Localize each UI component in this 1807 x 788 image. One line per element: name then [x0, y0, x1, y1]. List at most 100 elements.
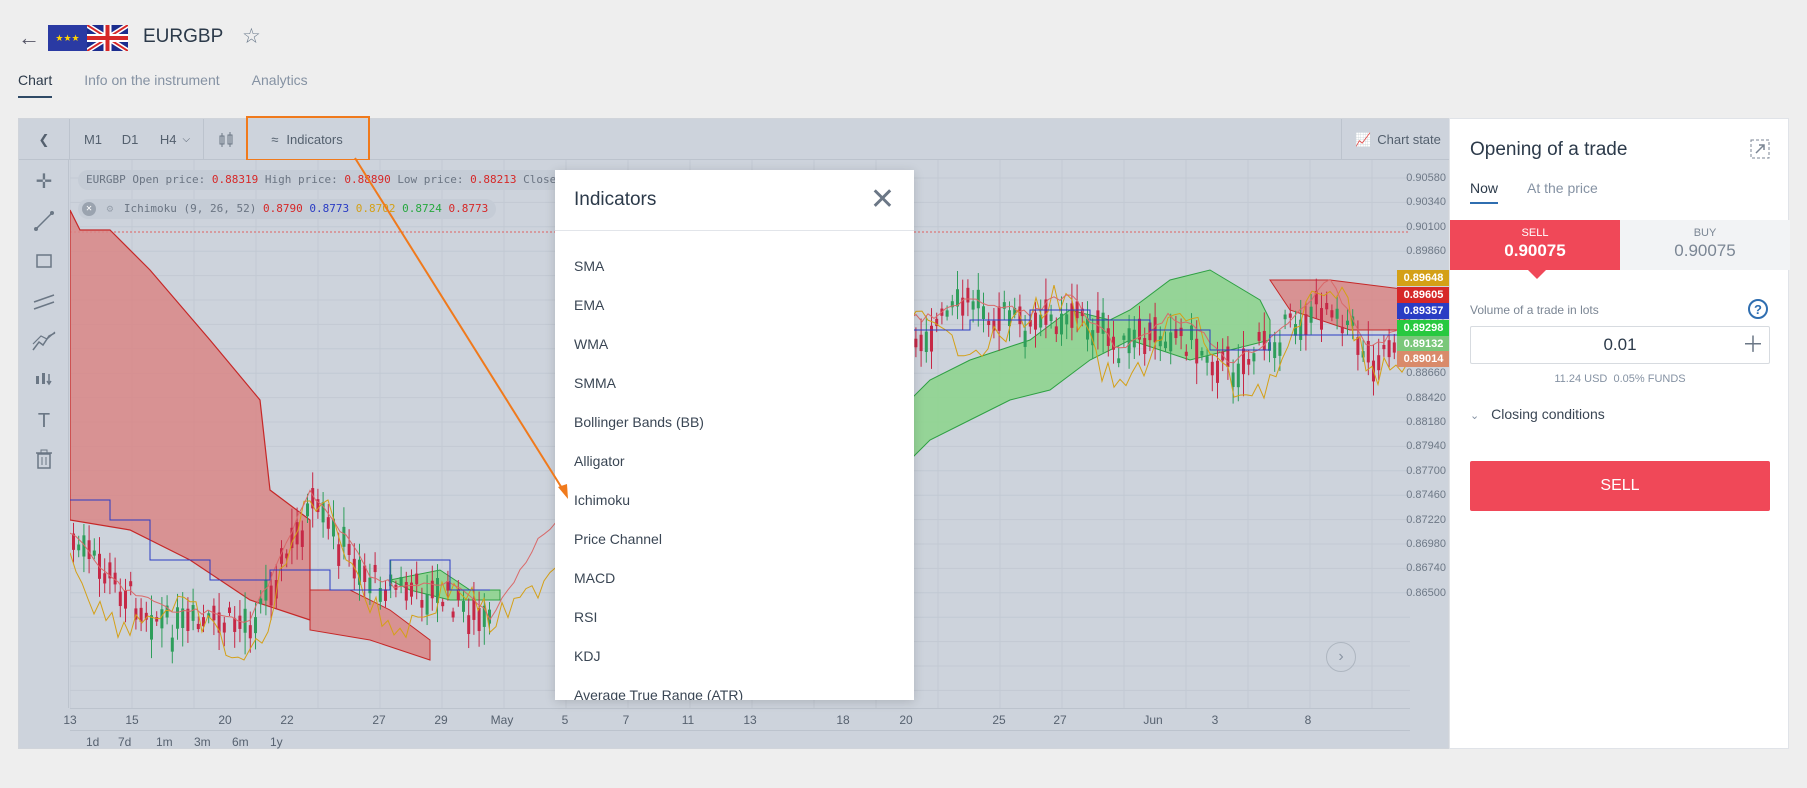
- candle-body: [1236, 363, 1240, 388]
- text-tool-icon[interactable]: T: [31, 408, 57, 434]
- range-1y[interactable]: 1y: [270, 735, 283, 749]
- indicator-item[interactable]: EMA: [555, 285, 914, 324]
- indicator-item[interactable]: RSI: [555, 597, 914, 636]
- tab-chart[interactable]: Chart: [18, 72, 53, 98]
- price-tick-label: 0.90340: [1406, 196, 1446, 209]
- price-tick-label: 0.87700: [1406, 464, 1446, 477]
- range-1d[interactable]: 1d: [86, 735, 99, 749]
- candle-body: [306, 503, 309, 517]
- timeframe-m1[interactable]: M1: [79, 119, 107, 160]
- candle-body: [1200, 350, 1204, 356]
- fibonacci-icon[interactable]: [31, 328, 57, 354]
- candle-body: [176, 607, 179, 629]
- trash-icon[interactable]: [31, 446, 57, 472]
- sell-price-button[interactable]: SELL 0.90075: [1450, 220, 1620, 270]
- indicator-item[interactable]: MACD: [555, 558, 914, 597]
- range-1m[interactable]: 1m: [156, 735, 173, 749]
- indicator-list: SMA EMA WMA SMMA Bollinger Bands (BB) Alligat…: [555, 231, 914, 701]
- candle-body: [1158, 336, 1162, 347]
- top-bar: ← ★★★ EURGBP ☆ Chart Info on the instrum…: [0, 0, 1807, 118]
- favorite-star-icon[interactable]: ☆: [242, 26, 261, 48]
- toolbar-divider: [69, 119, 70, 160]
- candle-body: [1247, 359, 1251, 365]
- time-tick-label: 5: [561, 713, 569, 727]
- submit-sell-button[interactable]: SELL: [1470, 461, 1770, 511]
- legend-open-value: 0.88319: [211, 173, 259, 186]
- channel-icon[interactable]: [31, 288, 57, 314]
- candle-body: [441, 601, 445, 607]
- indicator-item[interactable]: Alligator: [555, 441, 914, 480]
- buy-price-button[interactable]: BUY 0.90075: [1620, 220, 1790, 270]
- candle-body: [1392, 342, 1396, 353]
- candle-body: [228, 607, 231, 613]
- price-tick-label: 0.86740: [1406, 562, 1446, 575]
- indicator-item[interactable]: Ichimoku: [555, 480, 914, 519]
- price-tick-label: 0.90100: [1406, 220, 1446, 233]
- indicator-item[interactable]: Price Channel: [555, 519, 914, 558]
- range-6m[interactable]: 6m: [232, 735, 249, 749]
- indicator-item[interactable]: Average True Range (ATR): [555, 675, 914, 701]
- rectangle-icon[interactable]: [31, 248, 57, 274]
- indicator-item[interactable]: WMA: [555, 324, 914, 363]
- chart-state-button[interactable]: 📈 Chart state: [1349, 119, 1447, 160]
- candle-body: [945, 310, 949, 317]
- chevron-down-icon: ⌵: [182, 134, 191, 145]
- indicator-value-span-a: 0.8724: [402, 202, 442, 215]
- candle-body: [196, 623, 200, 630]
- bars-pattern-icon[interactable]: [31, 366, 57, 392]
- timeframe-d1[interactable]: D1: [117, 119, 143, 160]
- indicators-button[interactable]: ≈ Indicators: [253, 119, 361, 160]
- candle-body: [238, 615, 242, 629]
- plus-icon[interactable]: ＋: [1742, 327, 1764, 363]
- range-7d[interactable]: 7d: [118, 735, 131, 749]
- candle-body: [415, 573, 419, 585]
- range-3m[interactable]: 3m: [194, 735, 211, 749]
- indicator-item[interactable]: SMA: [555, 246, 914, 285]
- candle-body: [1356, 337, 1360, 355]
- expand-icon[interactable]: [1750, 139, 1770, 159]
- tab-info[interactable]: Info on the instrument: [84, 72, 219, 98]
- collapse-left-icon[interactable]: ❮: [19, 119, 69, 160]
- price-badge: 0.89298: [1397, 320, 1450, 336]
- back-arrow-icon[interactable]: ←: [18, 27, 40, 49]
- closing-conditions-toggle[interactable]: ⌄ Closing conditions: [1470, 406, 1605, 422]
- time-tick-label: 13: [743, 713, 757, 727]
- time-tick-label: 13: [63, 713, 77, 727]
- time-tick-label: Jun: [1143, 713, 1163, 727]
- indicator-item[interactable]: SMMA: [555, 363, 914, 402]
- tab-analytics[interactable]: Analytics: [252, 72, 308, 98]
- candlestick-type-icon[interactable]: [209, 119, 243, 160]
- volume-input[interactable]: 0.01 ＋: [1470, 326, 1770, 364]
- price-badge: 0.89648: [1397, 270, 1450, 286]
- candle-body: [259, 598, 263, 605]
- range-bar: 1d 7d 1m 3m 6m 1y: [70, 730, 1410, 750]
- candle-body: [924, 331, 928, 353]
- remove-indicator-icon[interactable]: ✕: [82, 202, 96, 216]
- candle-body: [1304, 314, 1308, 335]
- time-tick-label: 22: [280, 713, 294, 727]
- chart-state-label: Chart state: [1377, 132, 1441, 147]
- candle-body: [976, 289, 980, 309]
- price-tick-label: 0.87940: [1406, 440, 1446, 453]
- timeframe-h4-dropdown[interactable]: H4 ⌵: [152, 119, 198, 160]
- indicator-item[interactable]: Bollinger Bands (BB): [555, 402, 914, 441]
- trade-panel-title: Opening of a trade: [1470, 139, 1628, 160]
- price-tick-label: 0.88420: [1406, 391, 1446, 404]
- candle-body: [269, 585, 273, 606]
- candle-body: [1205, 356, 1209, 363]
- tab-now[interactable]: Now: [1470, 180, 1499, 204]
- close-icon[interactable]: ✕: [870, 185, 895, 215]
- indicator-settings-icon[interactable]: ⚙: [107, 202, 114, 215]
- candle-body: [92, 550, 96, 556]
- trend-line-icon[interactable]: [31, 208, 57, 234]
- candle-body: [956, 289, 959, 307]
- help-icon[interactable]: ?: [1748, 299, 1768, 319]
- crosshair-icon[interactable]: ✛: [31, 168, 57, 194]
- tab-at-the-price[interactable]: At the price: [1527, 180, 1598, 204]
- candle-body: [472, 598, 476, 620]
- scroll-to-latest-icon[interactable]: ›: [1326, 642, 1356, 672]
- candle-body: [467, 615, 471, 635]
- indicator-item[interactable]: KDJ: [555, 636, 914, 675]
- candle-body: [191, 605, 195, 621]
- candle-body: [124, 590, 127, 609]
